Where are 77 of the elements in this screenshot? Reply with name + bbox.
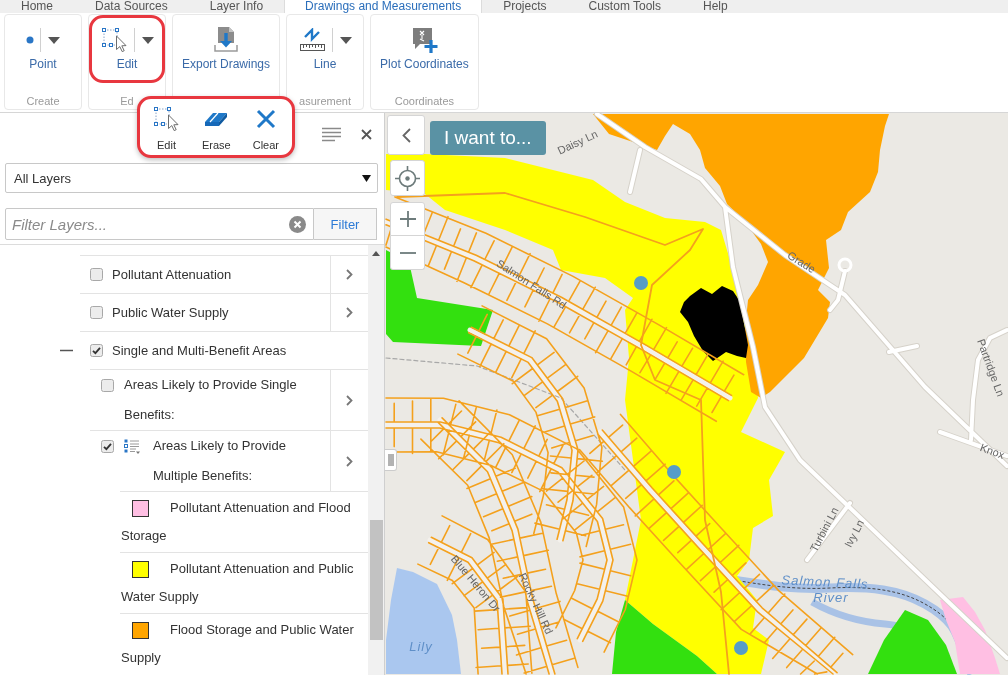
zoom-in-button[interactable] [390,202,425,236]
edit-tool-button[interactable]: Erase [198,105,234,152]
legend-label: Flood Storage and Public Water Supply [121,622,354,665]
scrollbar-thumb[interactable] [369,520,383,640]
tab[interactable]: Layer Info [188,0,285,13]
edit-tool-button[interactable]: Edit [150,105,183,152]
marker-dot-icon[interactable] [667,465,681,479]
marker-dot-icon[interactable] [734,641,748,655]
group-label: Coordinates [394,94,455,108]
layer-checkbox[interactable] [101,440,114,453]
chevron-right-icon[interactable] [346,269,353,280]
filter-button[interactable]: Filter [314,208,377,240]
tab[interactable]: Projects [482,0,568,13]
street-label: Daisy Ln [555,127,600,157]
street-label: Ivy Ln [841,517,867,550]
bubble-plus-icon [410,26,439,54]
tab[interactable]: Drawings and Measurements [284,0,483,13]
cross-icon [255,109,276,129]
ribbon-button[interactable]: Edit [89,15,165,83]
layer-scope-select[interactable]: All Layers [5,163,378,193]
action-menu-button[interactable]: I want to... [430,121,546,155]
document-download-icon [213,26,239,54]
crosshair-icon [395,165,420,191]
legend-list-icon[interactable] [124,439,140,454]
street-label: Knox [978,441,1007,461]
minus-icon [399,251,416,254]
layer-name: Areas Likely to Provide Single Benefits: [124,376,298,424]
chevron-right-icon[interactable] [346,455,353,467]
layer-name: Single and Multi-Benefit Areas [112,343,287,358]
close-button[interactable] [361,128,372,140]
ribbon-button[interactable]: Plot Coordinates [371,15,478,83]
dot-icon [26,36,34,44]
group-label: Ed [120,94,134,108]
chevron-left-icon [401,127,411,143]
layer-checkbox[interactable] [90,344,103,357]
street-label: Rocky Hill Rd [516,571,556,636]
water-label: Lily [409,639,433,655]
layer-name: Public Water Supply [112,305,229,320]
chevron-right-icon[interactable] [346,394,353,406]
chevron-right-icon[interactable] [346,307,353,318]
layer-name: Pollutant Attenuation [112,267,232,282]
zoom-out-button[interactable] [390,236,425,270]
layer-checkbox[interactable] [90,306,103,319]
ribbon-button[interactable]: Line [287,15,364,83]
tab[interactable]: Data Sources [74,0,189,13]
legend-label: Pollutant Attenuation and Flood Storage [121,500,351,543]
caret-down-icon [362,174,371,182]
selection-cursor-icon [153,106,180,132]
layer-name: Areas Likely to Provide Multiple Benefits: [153,437,287,485]
layer-checkbox[interactable] [101,379,114,392]
plus-icon [399,211,416,227]
eraser-icon [204,111,229,127]
group-label: asurement [299,94,351,108]
ruler-line-icon [298,27,326,53]
ribbon-button[interactable]: Point [5,15,81,83]
layer-checkbox[interactable] [90,268,103,281]
close-circle-icon[interactable] [289,215,306,233]
edit-tool-button[interactable]: Clear [249,105,282,152]
tab[interactable]: Help [682,0,749,13]
water-label: Salmon Falls [781,572,869,592]
selection-cursor-icon [100,27,128,53]
close-icon [361,128,372,140]
caret-up-icon[interactable] [372,251,380,256]
legend-label: Pollutant Attenuation and Public Water Supply [121,561,354,604]
group-label: Create [26,94,60,108]
splitter-handle[interactable] [385,449,397,471]
panel-options-button[interactable] [322,126,341,142]
water-label: River [813,590,849,606]
tab[interactable]: Custom Tools [567,0,682,13]
grip-icon [387,454,394,466]
marker-dot-icon[interactable] [634,276,648,290]
locate-button[interactable] [390,160,425,196]
filter-field[interactable]: Filter Layers... [5,208,314,240]
scrollbar-track[interactable] [368,245,384,675]
tab[interactable]: Home [0,0,74,13]
back-button[interactable] [387,115,425,155]
menu-icon [322,126,341,142]
